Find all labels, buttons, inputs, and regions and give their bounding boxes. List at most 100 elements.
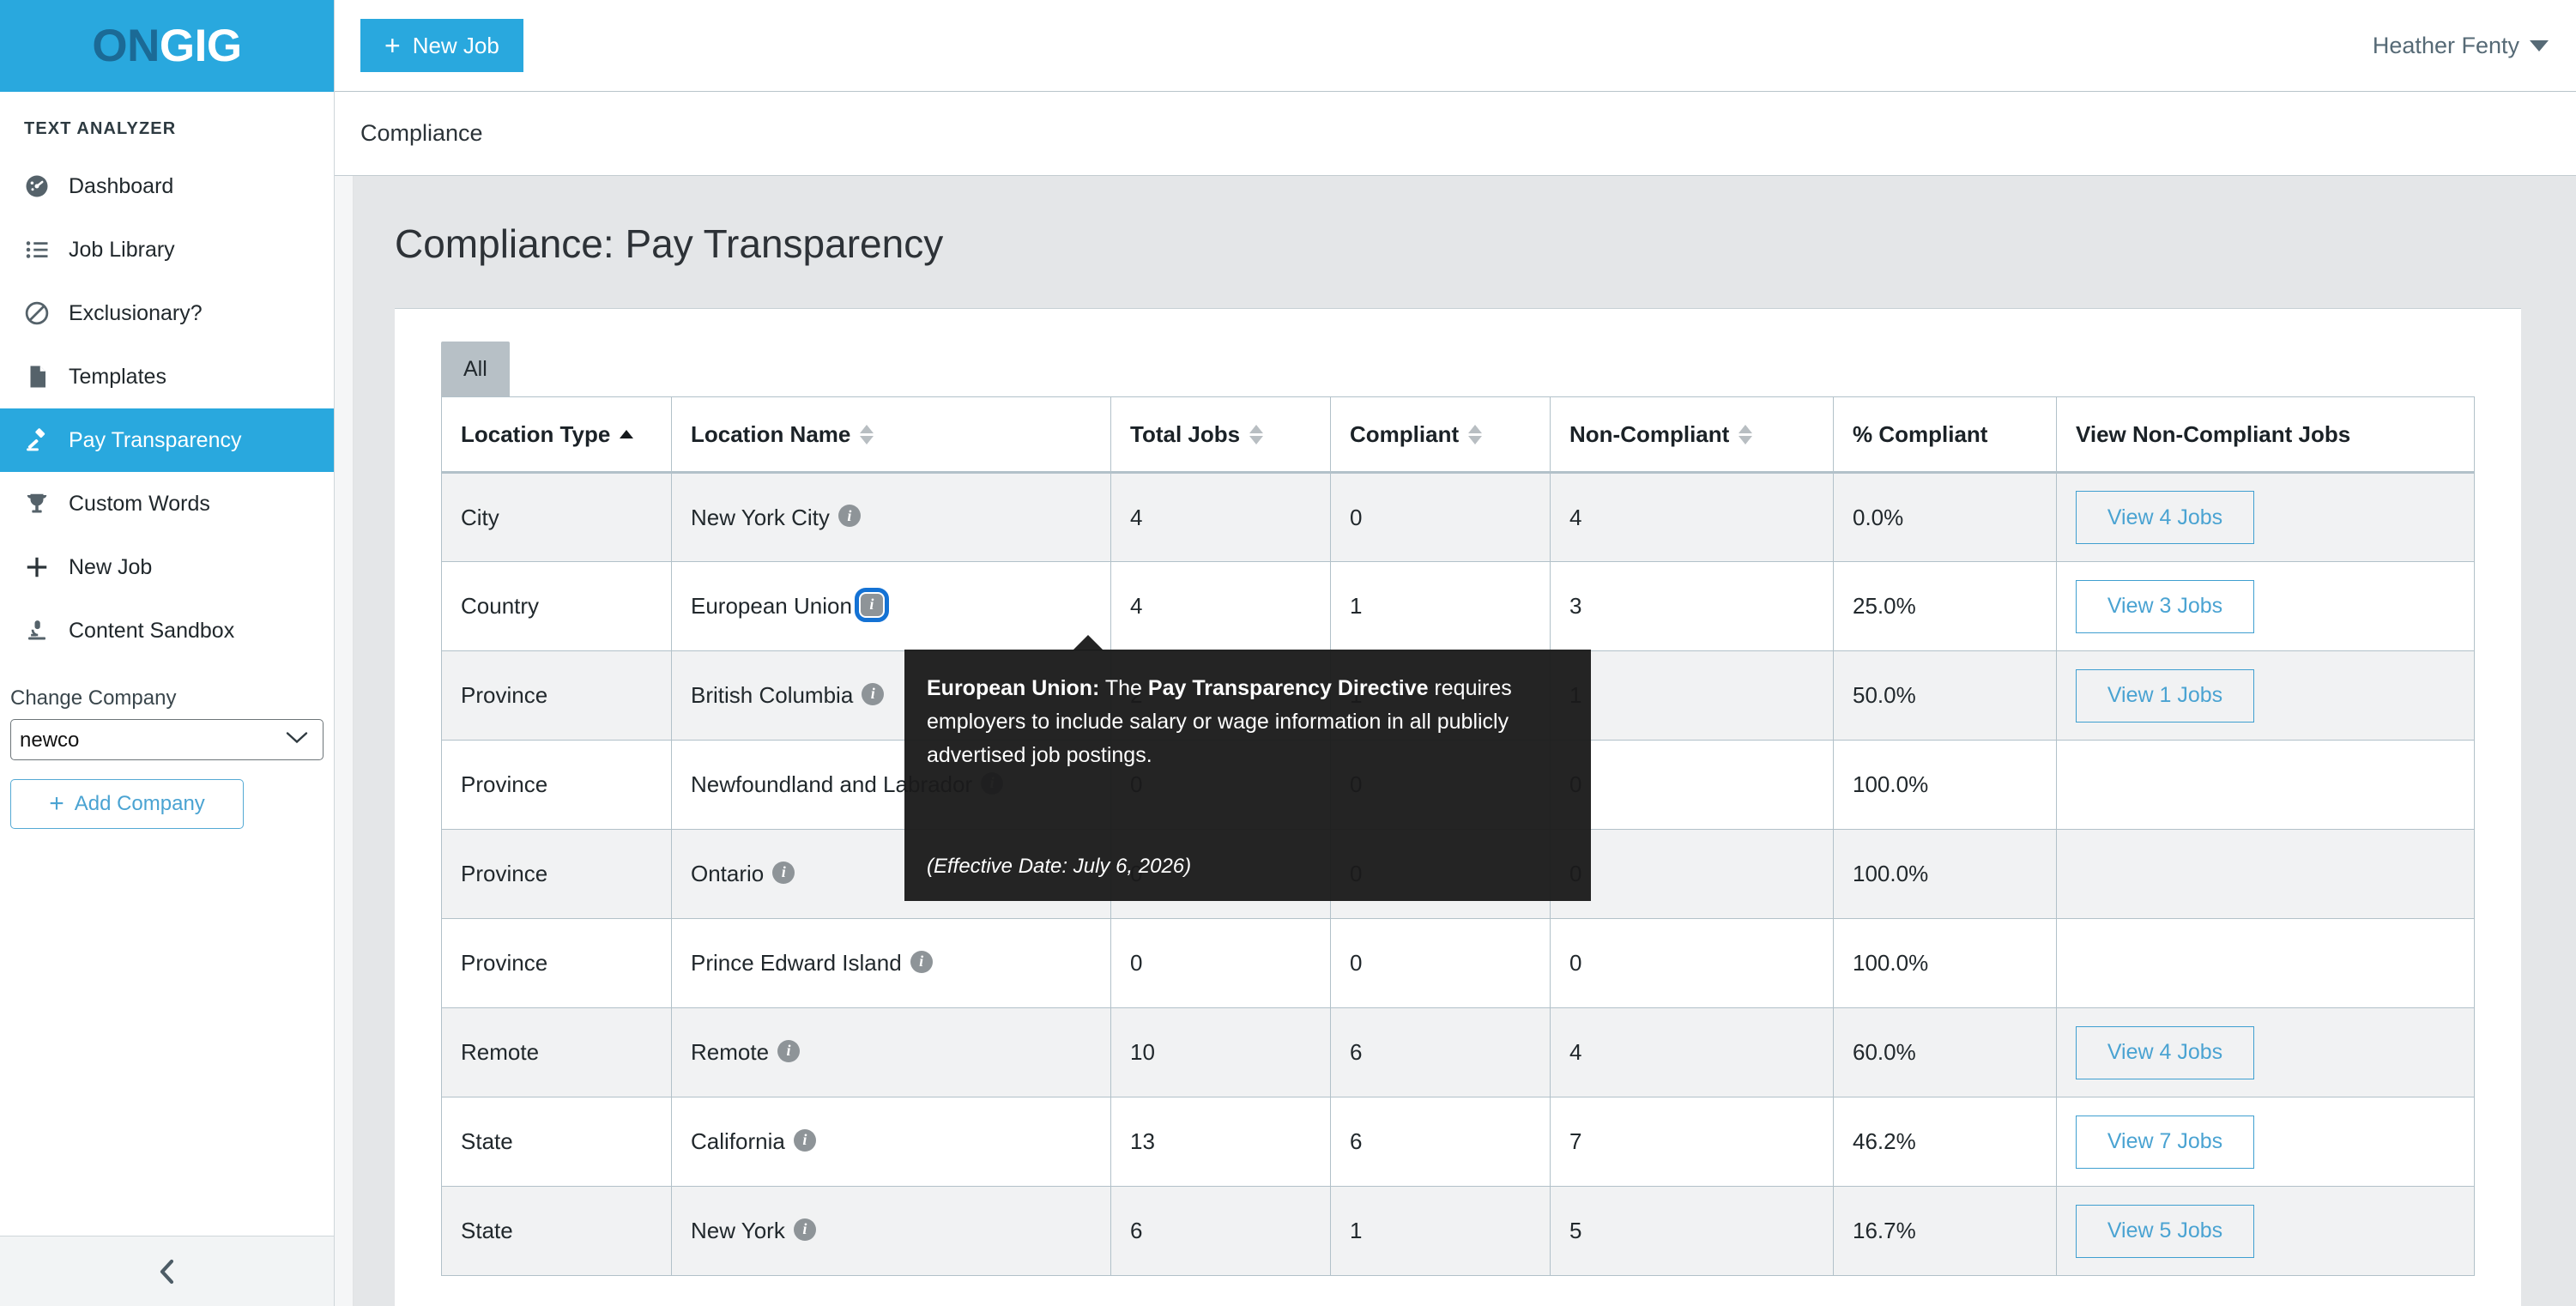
microscope-icon [24,618,50,644]
gavel-icon [24,427,50,453]
chevron-down-icon [2530,39,2549,51]
cell-location-type: Province [441,918,672,1008]
tooltip-effective-date: (Effective Date: July 6, 2026) [927,855,1192,878]
cell-location-name: European Union i [671,561,1111,651]
location-name-text: British Columbia [691,682,854,708]
tooltip-arrow [1073,635,1104,650]
cell-action: View 3 Jobs [2056,561,2475,651]
location-name-text: Ontario [691,861,765,886]
cell-pct-compliant: 50.0% [1833,650,2057,741]
table-row: Province Prince Edward Island i 0 0 0 10… [441,918,2475,1008]
cell-total-jobs: 13 [1110,1097,1331,1187]
table-row: State California i 13 6 7 46.2% View 7 J… [441,1097,2475,1187]
view-jobs-button[interactable]: View 4 Jobs [2076,1025,2254,1079]
view-jobs-button[interactable]: View 4 Jobs [2076,491,2254,544]
cell-compliant: 1 [1330,1186,1551,1276]
info-icon[interactable]: i [777,1039,801,1062]
column-header-pct-compliant[interactable]: % Compliant [1833,396,2057,474]
column-header-compliant[interactable]: Compliant [1330,396,1551,474]
content-gutter [335,176,354,1306]
sidebar-item-pay-transparency[interactable]: Pay Transparency [0,408,334,472]
new-job-button[interactable]: + New Job [360,19,523,72]
location-name-text: New York City [691,504,830,530]
tab-all[interactable]: All [441,342,510,396]
info-icon[interactable]: i [862,682,885,705]
sidebar-item-dashboard[interactable]: Dashboard [0,154,334,218]
column-header-location-name[interactable]: Location Name [671,396,1111,474]
sidebar: ONGIG TEXT ANALYZER Dashboard Job Librar… [0,0,335,1306]
sort-icon [1738,424,1753,444]
breadcrumb-bar: Compliance [335,92,2576,176]
cell-location-name: California i [671,1097,1111,1187]
sidebar-item-label: Pay Transparency [69,427,242,452]
cell-total-jobs: 4 [1110,472,1331,562]
info-icon[interactable]: i [793,1218,816,1241]
cell-action: View 5 Jobs [2056,1186,2475,1276]
tab-label: All [463,356,487,381]
company-select[interactable]: newco [10,719,324,760]
change-company-label: Change Company [10,686,177,710]
cell-non-compliant: 0 [1550,829,1834,919]
sidebar-item-templates[interactable]: Templates [0,345,334,408]
tooltip-text-1: The [1099,676,1148,700]
cell-non-compliant: 7 [1550,1097,1834,1187]
sidebar-item-label: Custom Words [69,491,210,516]
info-icon[interactable]: i [793,1128,816,1152]
list-icon [24,237,50,263]
info-icon[interactable]: i [910,950,933,973]
sidebar-item-job-library[interactable]: Job Library [0,218,334,281]
cell-location-name: New York i [671,1186,1111,1276]
main-area: + New Job Heather Fenty Compliance Compl… [335,0,2576,1306]
sidebar-item-new-job[interactable]: New Job [0,535,334,599]
trophy-icon [24,491,50,517]
cell-location-type: State [441,1097,672,1187]
cell-location-name: New York City i [671,472,1111,562]
sidebar-collapse-button[interactable] [0,1236,334,1306]
cell-action: View 4 Jobs [2056,1007,2475,1097]
sidebar-item-exclusionary[interactable]: Exclusionary? [0,281,334,345]
cell-total-jobs: 10 [1110,1007,1331,1097]
column-header-total-jobs[interactable]: Total Jobs [1110,396,1331,474]
cell-action [2056,740,2475,830]
sidebar-item-label: New Job [69,554,153,579]
add-company-button[interactable]: + Add Company [10,779,244,829]
tooltip-subject: European Union: [927,676,1100,700]
cell-pct-compliant: 46.2% [1833,1097,2057,1187]
cell-location-type: Remote [441,1007,672,1097]
cell-action [2056,918,2475,1008]
sort-ascending-icon [620,430,634,438]
plus-icon: + [49,789,64,818]
cell-location-name: Remote i [671,1007,1111,1097]
cell-pct-compliant: 100.0% [1833,740,2057,830]
sidebar-item-label: Content Sandbox [69,618,235,643]
cell-pct-compliant: 100.0% [1833,829,2057,919]
view-jobs-button[interactable]: View 1 Jobs [2076,668,2254,723]
sidebar-item-custom-words[interactable]: Custom Words [0,472,334,535]
breadcrumb: Compliance [360,120,483,146]
info-icon[interactable]: i [772,861,795,884]
column-header-location-type[interactable]: Location Type [441,396,672,474]
sidebar-item-label: Exclusionary? [69,300,203,325]
app-logo[interactable]: ONGIG [0,0,334,92]
user-menu[interactable]: Heather Fenty [2373,33,2549,59]
column-header-non-compliant[interactable]: Non-Compliant [1550,396,1834,474]
sidebar-section-title: TEXT ANALYZER [24,119,177,138]
view-jobs-button[interactable]: View 3 Jobs [2076,579,2254,633]
new-job-label: New Job [412,32,499,58]
view-jobs-button[interactable]: View 5 Jobs [2076,1204,2254,1258]
column-label: View Non-Compliant Jobs [2076,420,2351,447]
sidebar-nav: Dashboard Job Library Exclusionary? Temp… [0,154,334,662]
info-icon[interactable]: i [838,505,861,527]
sidebar-item-content-sandbox[interactable]: Content Sandbox [0,599,334,662]
cell-location-type: State [441,1186,672,1276]
view-jobs-button[interactable]: View 7 Jobs [2076,1115,2254,1169]
cell-location-type: City [441,472,672,562]
logo-gig-text: GIG [159,21,242,71]
column-label: Location Type [461,420,611,447]
sidebar-item-label: Dashboard [69,173,174,198]
info-icon[interactable]: i [854,587,889,622]
sidebar-item-label: Templates [69,364,166,389]
table-header-row: Location Type Location Name Total Jobs C… [441,396,2475,474]
column-label: Location Name [691,420,851,447]
column-header-view-non-compliant-jobs[interactable]: View Non-Compliant Jobs [2056,396,2475,474]
